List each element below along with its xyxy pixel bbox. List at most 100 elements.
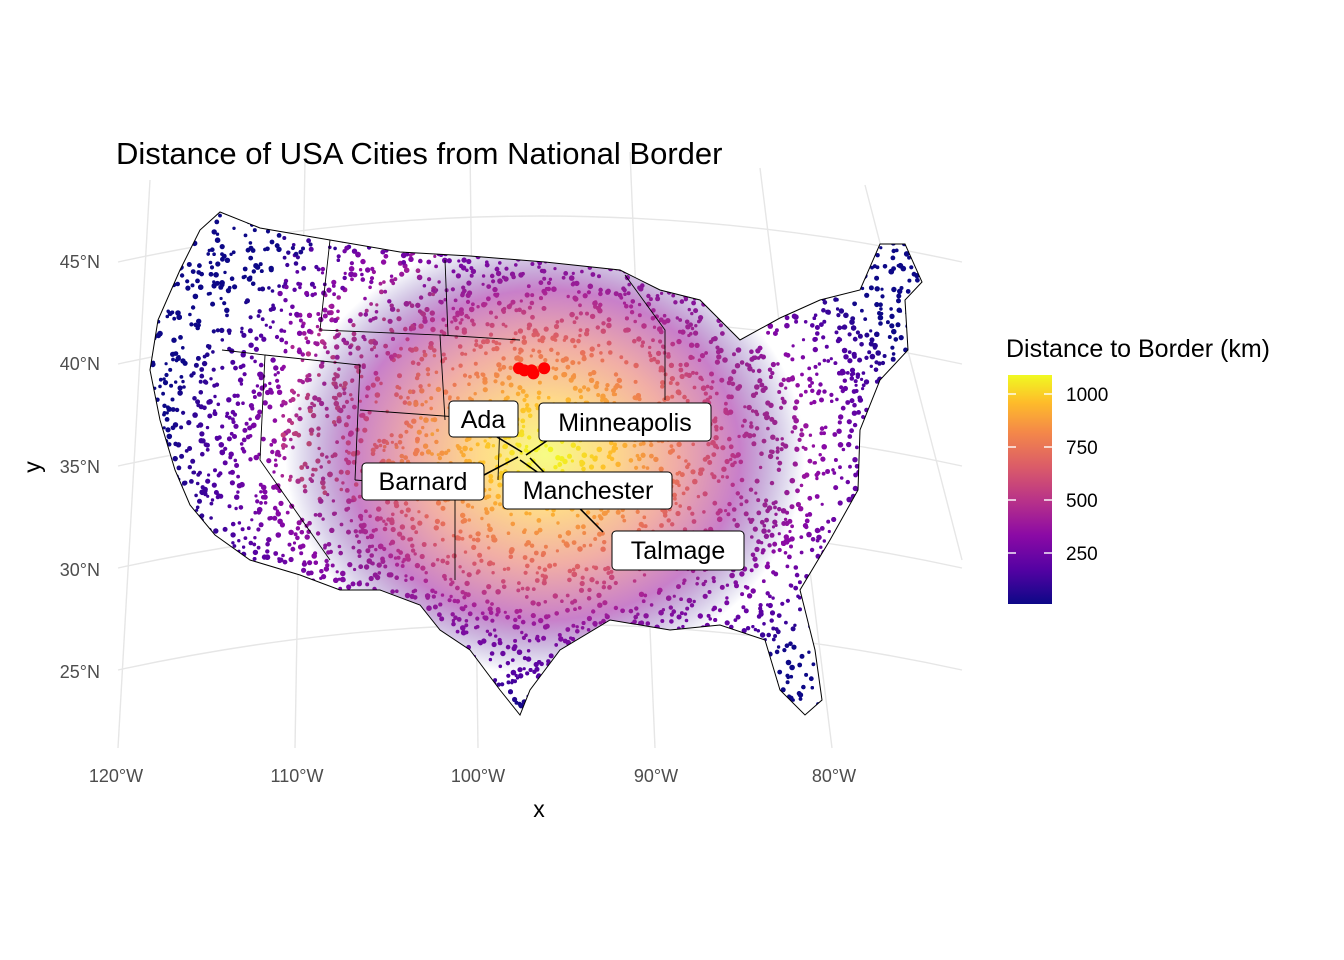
city-point xyxy=(576,241,580,245)
city-point xyxy=(194,702,201,708)
city-point xyxy=(486,694,492,700)
city-point xyxy=(559,661,563,665)
city-point xyxy=(150,291,155,296)
city-point xyxy=(435,697,440,702)
city-point xyxy=(192,412,198,418)
city-point xyxy=(382,684,388,690)
city-point xyxy=(187,626,192,631)
city-point xyxy=(895,608,900,614)
city-point xyxy=(664,232,671,238)
city-point xyxy=(641,706,647,712)
city-point xyxy=(847,226,853,232)
city-point xyxy=(450,684,456,690)
city-point xyxy=(158,227,163,232)
city-point xyxy=(819,322,824,327)
city-point xyxy=(222,694,228,701)
city-point xyxy=(150,441,153,446)
city-point xyxy=(281,686,288,692)
city-point xyxy=(286,674,290,679)
city-point xyxy=(804,288,810,294)
city-point xyxy=(492,253,497,258)
city-point xyxy=(193,690,197,694)
city-point xyxy=(272,648,279,655)
city-point xyxy=(321,672,326,677)
city-point xyxy=(845,244,850,250)
city-point xyxy=(843,611,850,618)
city-point xyxy=(204,697,210,702)
city-point xyxy=(881,395,887,402)
city-point xyxy=(862,614,869,620)
city-point xyxy=(802,259,808,264)
city-point xyxy=(279,337,285,343)
city-point xyxy=(269,667,273,671)
city-point xyxy=(177,385,183,391)
city-point xyxy=(261,696,266,701)
city-point xyxy=(863,493,868,498)
city-point xyxy=(423,204,427,208)
city-point xyxy=(674,287,679,293)
city-point xyxy=(771,596,775,600)
city-point xyxy=(758,218,763,224)
city-point xyxy=(377,648,383,654)
city-point xyxy=(815,476,819,481)
city-point xyxy=(833,485,839,491)
city-point xyxy=(781,307,787,313)
city-point xyxy=(390,686,395,691)
city-point xyxy=(164,242,168,246)
city-point xyxy=(371,651,377,657)
city-point xyxy=(299,581,304,586)
city-point xyxy=(155,524,160,529)
city-point xyxy=(297,697,303,702)
city-point xyxy=(235,706,240,712)
city-point xyxy=(360,277,366,282)
city-point xyxy=(774,649,780,655)
city-point xyxy=(818,217,822,222)
city-point xyxy=(690,259,696,265)
city-point xyxy=(748,673,753,678)
city-point xyxy=(839,212,844,217)
city-point xyxy=(150,577,154,582)
city-point xyxy=(875,500,880,504)
city-point xyxy=(162,411,167,415)
city-point xyxy=(703,712,709,715)
city-point xyxy=(172,267,176,271)
city-point xyxy=(351,644,355,648)
city-point xyxy=(229,431,234,436)
city-point xyxy=(907,305,912,310)
city-point xyxy=(218,667,223,672)
city-point xyxy=(434,634,439,639)
city-point xyxy=(849,372,855,377)
city-point xyxy=(813,364,818,369)
city-point xyxy=(869,558,873,562)
city-point xyxy=(343,206,349,212)
city-point xyxy=(807,495,813,501)
city-point xyxy=(640,685,645,691)
city-point xyxy=(298,318,303,323)
city-point xyxy=(243,233,248,238)
city-point xyxy=(153,431,159,438)
city-point xyxy=(777,711,782,715)
city-point xyxy=(800,261,805,266)
city-point xyxy=(169,667,173,671)
city-point xyxy=(371,647,376,652)
city-point xyxy=(834,270,840,277)
city-point xyxy=(808,272,813,277)
city-point xyxy=(264,590,270,595)
city-point xyxy=(848,230,853,235)
city-point xyxy=(893,593,897,597)
city-point xyxy=(301,669,307,674)
city-point xyxy=(697,692,702,696)
city-point xyxy=(872,230,877,235)
city-point xyxy=(207,413,213,419)
city-point xyxy=(774,276,779,281)
city-point xyxy=(753,315,757,319)
city-point xyxy=(290,344,295,350)
city-point xyxy=(300,685,306,691)
city-point xyxy=(163,572,169,579)
city-point xyxy=(727,702,733,707)
city-point xyxy=(642,225,648,231)
city-point xyxy=(920,427,922,432)
city-point xyxy=(900,694,906,699)
city-point xyxy=(334,691,339,695)
city-point xyxy=(831,268,837,273)
